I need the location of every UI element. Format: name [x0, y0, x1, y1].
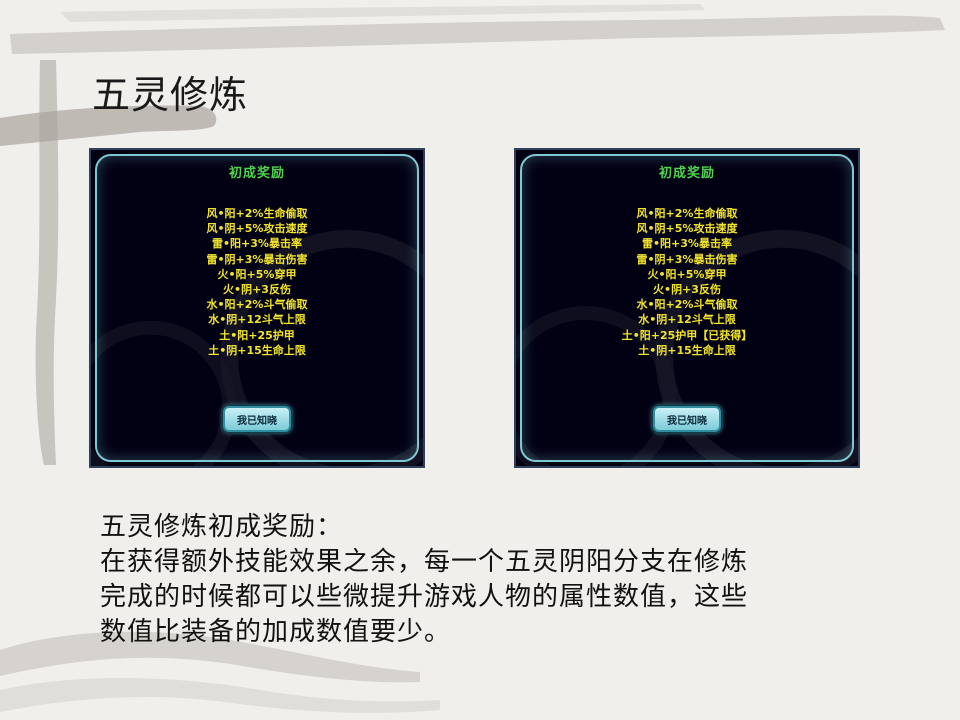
bonus-item: 风•阳+2%生命偷取: [206, 207, 308, 220]
bonus-item: 风•阴+5%攻击速度: [636, 222, 738, 236]
reward-panel-left: 初成奖励 风•阳+2%生命偷取 风•阴+5%攻击速度 雷•阳+3%暴击率 雷•阴…: [89, 148, 425, 468]
bonus-item: 雷•阴+3%暴击伤害: [636, 252, 738, 266]
bonus-item: 雷•阳+3%暴击率: [212, 237, 302, 251]
bonus-item: 土•阳+25护甲: [219, 328, 295, 342]
description-line: 完成的时候都可以些微提升游戏人物的属性数值，这些: [100, 582, 749, 612]
bonus-item: 火•阳+5%穿甲: [217, 267, 297, 281]
panel-header: 初成奖励: [658, 166, 715, 181]
bonus-item: 水•阴+12斗气上限: [638, 313, 736, 327]
acknowledge-button[interactable]: 我已知晓: [653, 406, 721, 432]
bonus-item: 风•阴+5%攻击速度: [206, 222, 308, 236]
description-line: 在获得额外技能效果之余，每一个五灵阴阳分支在修炼: [100, 547, 749, 577]
bonus-item: 火•阴+3反伤: [223, 283, 291, 297]
bonus-item: 水•阳+2%斗气偷取: [206, 298, 308, 312]
description-line: 数值比装备的加成数值要少。: [100, 617, 452, 647]
bonus-item: 雷•阳+3%暴击率: [642, 237, 732, 251]
bonus-item: 雷•阴+3%暴击伤害: [206, 252, 308, 266]
acknowledge-button[interactable]: 我已知晓: [223, 406, 291, 432]
bonus-item: 土•阳+25护甲【已获得】: [621, 328, 753, 342]
bonus-list: 风•阳+2%生命偷取 风•阴+5%攻击速度 雷•阳+3%暴击率 雷•阴+3%暴击…: [516, 206, 858, 358]
bonus-item: 火•阳+5%穿甲: [647, 267, 727, 281]
slide-title: 五灵修炼: [92, 73, 249, 117]
bonus-item: 土•阴+15生命上限: [208, 343, 306, 357]
bonus-item: 风•阳+2%生命偷取: [636, 207, 738, 220]
description-block: 五灵修炼初成奖励： 在获得额外技能效果之余，每一个五灵阴阳分支在修炼 完成的时候…: [100, 510, 880, 650]
panel-header: 初成奖励: [228, 166, 285, 181]
bonus-list: 风•阳+2%生命偷取 风•阴+5%攻击速度 雷•阳+3%暴击率 雷•阴+3%暴击…: [91, 206, 423, 358]
description-heading: 五灵修炼初成奖励：: [100, 512, 344, 542]
bonus-item: 火•阴+3反伤: [653, 283, 721, 297]
bonus-item: 水•阳+2%斗气偷取: [636, 298, 738, 312]
bonus-item: 水•阴+12斗气上限: [208, 313, 306, 327]
reward-panel-right: 初成奖励 风•阳+2%生命偷取 风•阴+5%攻击速度 雷•阳+3%暴击率 雷•阴…: [514, 148, 860, 468]
bonus-item: 土•阴+15生命上限: [638, 343, 736, 357]
